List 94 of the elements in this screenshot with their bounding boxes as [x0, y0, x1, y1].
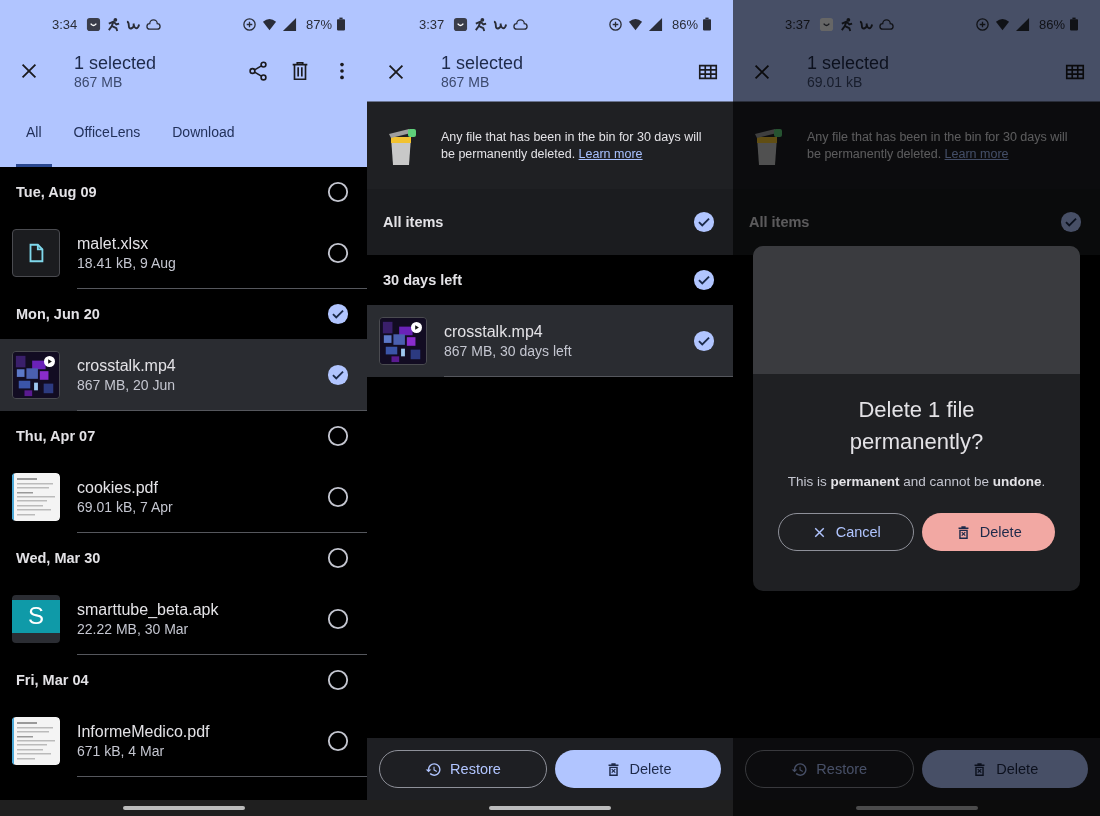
bag-notification-icon — [819, 16, 835, 32]
cloud-notification-icon — [513, 16, 529, 32]
signal-icon — [281, 16, 297, 32]
battery-percent: 87% — [305, 16, 332, 32]
cloud-notification-icon — [879, 16, 895, 32]
play-icon — [44, 355, 55, 367]
checked-circle-icon[interactable] — [327, 363, 349, 386]
battery-icon — [337, 17, 345, 31]
battery-icon — [703, 17, 711, 31]
checked-circle-icon[interactable] — [1060, 211, 1082, 233]
figure-notification-icon — [839, 16, 855, 32]
delete-button[interactable]: Delete — [555, 750, 721, 788]
alarm-icon — [607, 16, 623, 32]
file-name: smarttube_beta.apk — [77, 600, 220, 619]
file-name: crosstalk.mp4 — [77, 356, 177, 375]
notice-text: Any file that has been in the bin for 30 days will be permanently deleted. Learn more — [807, 128, 1069, 163]
file-row[interactable]: cookies.pdf 69.01 kB, 7 Apr — [0, 461, 367, 533]
empty-circle-icon[interactable] — [327, 241, 349, 264]
all-items-label: All items — [383, 214, 444, 230]
gesture-handle[interactable] — [122, 806, 245, 810]
gesture-handle[interactable] — [489, 806, 611, 810]
file-details: 69.01 kB, 7 Apr — [77, 498, 174, 515]
wifi-icon — [994, 16, 1010, 32]
wifi-icon — [627, 16, 643, 32]
checked-circle-icon[interactable] — [693, 329, 715, 352]
delete-button[interactable]: Delete — [921, 513, 1055, 551]
file-details: 18.41 kB, 9 Aug — [77, 254, 177, 271]
file-icon — [12, 228, 60, 277]
bag-notification-icon — [86, 16, 102, 32]
empty-circle-icon[interactable] — [327, 729, 349, 752]
empty-circle-icon[interactable] — [327, 485, 349, 508]
file-row[interactable]: crosstalk.mp4 867 MB, 30 days left — [367, 305, 733, 377]
group-header: Mon, Jun 20 — [16, 306, 100, 322]
notice-text: Any file that has been in the bin for 30 days will be permanently deleted. Learn more — [441, 128, 703, 163]
empty-circle-icon[interactable] — [327, 425, 349, 447]
selection-size: 69.01 kB — [807, 74, 864, 90]
all-items-label: All items — [749, 214, 810, 230]
group-header: Thu, Apr 07 — [16, 428, 96, 444]
signal-icon — [1014, 16, 1030, 32]
group-header: Tue, Aug 09 — [16, 184, 97, 200]
wifi-icon — [261, 16, 277, 32]
empty-circle-icon[interactable] — [327, 547, 349, 569]
selection-size: 867 MB — [74, 73, 124, 90]
folder-tab[interactable]: All — [16, 100, 52, 167]
selection-title: 1 selected — [74, 52, 158, 74]
alarm-icon — [241, 16, 257, 32]
empty-circle-icon[interactable] — [327, 669, 349, 691]
status-time: 3:37 — [785, 16, 811, 32]
dialog-title: Delete 1 file permanently? — [848, 396, 985, 456]
file-row[interactable]: malet.xlsx 18.41 kB, 9 Aug — [0, 217, 367, 289]
file-name: malet.xlsx — [77, 234, 150, 253]
dialog-message: This is permanent and cannot be undone. — [787, 474, 1046, 489]
gesture-handle[interactable] — [855, 806, 978, 810]
checked-circle-icon[interactable] — [693, 211, 715, 233]
folder-tab[interactable]: OfficeLens — [63, 100, 151, 167]
figure-notification-icon — [473, 16, 489, 32]
bag-notification-icon — [453, 16, 469, 32]
file-details: 671 kB, 4 Mar — [77, 742, 166, 759]
file-details: 867 MB, 20 Jun — [77, 376, 177, 393]
group-header: 30 days left — [383, 272, 462, 288]
file-row[interactable]: crosstalk.mp4 867 MB, 20 Jun — [0, 339, 367, 411]
battery-percent: 86% — [671, 16, 698, 32]
app-icon: S — [12, 594, 60, 643]
file-name: InformeMedico.pdf — [77, 722, 211, 741]
alarm-icon — [974, 16, 990, 32]
learn-more-link[interactable]: Learn more — [578, 146, 643, 161]
file-details: 22.22 MB, 30 Mar — [77, 620, 190, 637]
checked-circle-icon[interactable] — [327, 303, 349, 325]
file-name: cookies.pdf — [77, 478, 159, 497]
file-row[interactable]: S smarttube_beta.apk 22.22 MB, 30 Mar — [0, 583, 367, 655]
selection-title: 1 selected — [441, 53, 525, 74]
battery-icon — [1070, 17, 1078, 31]
share-icon[interactable] — [247, 60, 269, 82]
figure-notification-icon — [106, 16, 122, 32]
history-icon — [791, 760, 809, 778]
empty-circle-icon[interactable] — [327, 181, 349, 203]
group-header: Fri, Mar 04 — [16, 672, 89, 688]
checked-circle-icon[interactable] — [693, 269, 715, 291]
play-icon — [411, 321, 422, 333]
status-time: 3:34 — [52, 16, 78, 32]
signal-icon — [647, 16, 663, 32]
empty-circle-icon[interactable] — [327, 607, 349, 630]
selection-size: 867 MB — [441, 74, 491, 90]
file-name: crosstalk.mp4 — [444, 322, 544, 341]
cloud-notification-icon — [146, 16, 162, 32]
battery-percent: 86% — [1038, 16, 1065, 32]
all-items-row[interactable]: All items — [367, 189, 733, 255]
group-header: Wed, Mar 30 — [16, 550, 101, 566]
file-row[interactable]: InformeMedico.pdf 671 kB, 4 Mar — [0, 705, 367, 777]
status-time: 3:37 — [419, 16, 445, 32]
history-icon — [425, 760, 443, 778]
selection-title: 1 selected — [807, 53, 891, 74]
folder-tab[interactable]: Download — [162, 100, 245, 167]
file-details: 867 MB, 30 days left — [444, 342, 573, 359]
